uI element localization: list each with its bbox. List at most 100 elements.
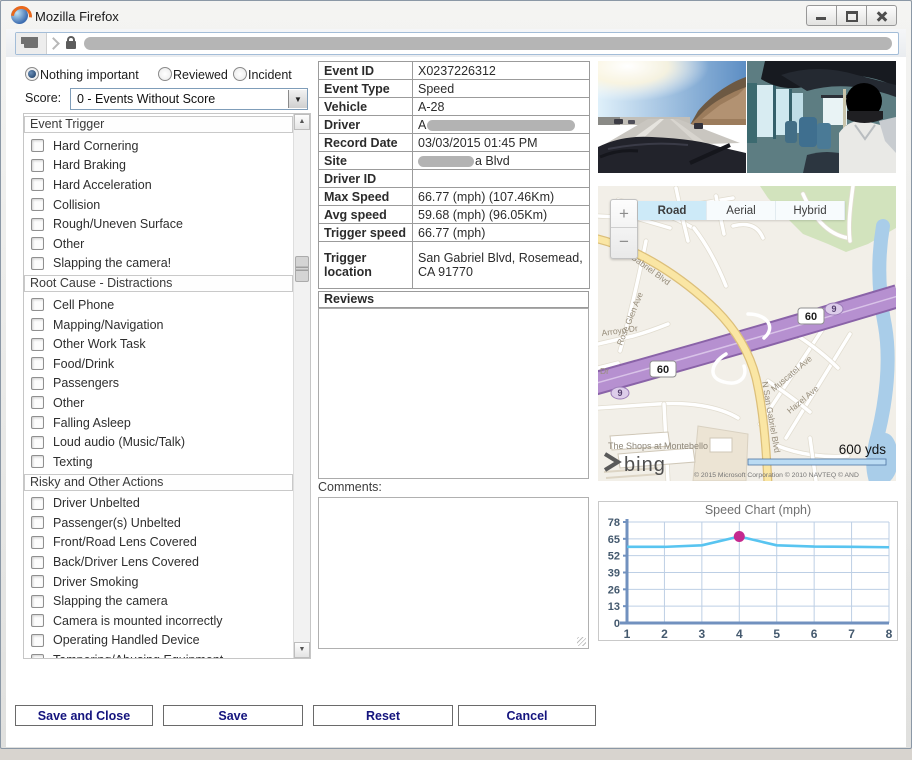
checklist-item[interactable]: Passengers bbox=[24, 374, 294, 394]
checkbox[interactable] bbox=[31, 218, 44, 231]
radio-incident[interactable] bbox=[233, 67, 247, 81]
checkbox[interactable] bbox=[31, 536, 44, 549]
scrollbar-thumb[interactable] bbox=[295, 256, 309, 282]
event-field-label: Trigger location bbox=[319, 242, 413, 289]
checklist-item[interactable]: Slapping the camera bbox=[24, 591, 294, 611]
checkbox[interactable] bbox=[31, 178, 44, 191]
checklist-item[interactable]: Falling Asleep bbox=[24, 413, 294, 433]
checkbox[interactable] bbox=[31, 377, 44, 390]
checklist-item[interactable]: Texting bbox=[24, 452, 294, 472]
checklist-item[interactable]: Tampering/Abusing Equipment bbox=[24, 650, 294, 658]
checklist-item[interactable]: Hard Cornering bbox=[24, 136, 294, 156]
zoom-in-button[interactable]: + bbox=[611, 200, 637, 228]
bing-map[interactable]: 60 60 9 9 Village Ln San Gabriel Blvd Ro… bbox=[598, 186, 896, 481]
checkbox[interactable] bbox=[31, 654, 44, 658]
event-field-label: Site bbox=[319, 152, 413, 170]
checklist-item[interactable]: Other bbox=[24, 393, 294, 413]
checklist-item-label: Hard Acceleration bbox=[53, 178, 152, 192]
event-field-label: Max Speed bbox=[319, 188, 413, 206]
checkbox[interactable] bbox=[31, 595, 44, 608]
checkbox[interactable] bbox=[31, 575, 44, 588]
checklist-item[interactable]: Other bbox=[24, 234, 294, 254]
event-field-label: Event Type bbox=[319, 80, 413, 98]
checkbox[interactable] bbox=[31, 634, 44, 647]
checkbox[interactable] bbox=[31, 556, 44, 569]
cancel-button[interactable]: Cancel bbox=[458, 705, 596, 726]
checklist-item[interactable]: Other Work Task bbox=[24, 334, 294, 354]
checklist-item[interactable]: Operating Handled Device bbox=[24, 631, 294, 651]
map-view-hybrid-button[interactable]: Hybrid bbox=[776, 201, 845, 220]
score-select[interactable]: 0 - Events Without Score ▼ bbox=[70, 88, 308, 110]
checkbox[interactable] bbox=[31, 237, 44, 250]
checkbox[interactable] bbox=[31, 159, 44, 172]
checklist-item-label: Food/Drink bbox=[53, 357, 114, 371]
checklist-item[interactable]: Mapping/Navigation bbox=[24, 315, 294, 335]
checklist-item[interactable]: Slapping the camera! bbox=[24, 254, 294, 274]
svg-text:2: 2 bbox=[661, 627, 668, 640]
save-and-close-button[interactable]: Save and Close bbox=[15, 705, 153, 726]
checkbox[interactable] bbox=[31, 318, 44, 331]
scroll-down-icon[interactable]: ▼ bbox=[294, 642, 310, 658]
url-bar[interactable] bbox=[15, 32, 899, 55]
minimize-button[interactable] bbox=[806, 5, 836, 26]
checklist-item[interactable]: Driver Smoking bbox=[24, 572, 294, 592]
checklist-item[interactable]: Passenger(s) Unbelted bbox=[24, 513, 294, 533]
checkbox[interactable] bbox=[31, 614, 44, 627]
checkbox[interactable] bbox=[31, 516, 44, 529]
checkbox[interactable] bbox=[31, 257, 44, 270]
checkbox[interactable] bbox=[31, 298, 44, 311]
resize-grip-icon[interactable] bbox=[577, 637, 586, 646]
checklist-item[interactable]: Collision bbox=[24, 195, 294, 215]
map-view-aerial-button[interactable]: Aerial bbox=[707, 201, 776, 220]
event-field-value: San Gabriel Blvd, Rosemead, CA 91770 bbox=[413, 242, 590, 289]
event-field-label: Driver bbox=[319, 116, 413, 134]
checklist-item[interactable]: Loud audio (Music/Talk) bbox=[24, 432, 294, 452]
map-view-road-button[interactable]: Road bbox=[638, 201, 707, 220]
close-button[interactable] bbox=[866, 5, 897, 26]
event-field-value: 59.68 (mph) (96.05Km) bbox=[413, 206, 590, 224]
checklist-item[interactable]: Front/Road Lens Covered bbox=[24, 533, 294, 553]
checklist-section-header: Risky and Other Actions bbox=[24, 474, 293, 491]
site-identity-chip[interactable] bbox=[16, 33, 47, 54]
checkbox[interactable] bbox=[31, 396, 44, 409]
dropdown-arrow-icon[interactable]: ▼ bbox=[288, 90, 307, 108]
maximize-icon bbox=[846, 11, 858, 22]
maximize-button[interactable] bbox=[836, 5, 866, 26]
minimize-icon bbox=[816, 17, 826, 20]
zoom-out-button[interactable]: − bbox=[611, 228, 637, 256]
checkbox[interactable] bbox=[31, 416, 44, 429]
window-title: Mozilla Firefox bbox=[35, 9, 119, 24]
comments-textarea[interactable] bbox=[318, 497, 589, 649]
route-9-badge: 9 bbox=[831, 304, 836, 314]
svg-text:52: 52 bbox=[608, 551, 620, 563]
checklist-item[interactable]: Hard Braking bbox=[24, 156, 294, 176]
radio-reviewed[interactable] bbox=[158, 67, 172, 81]
map-zoom-control: + − bbox=[610, 199, 638, 259]
checklist-item[interactable]: Cell Phone bbox=[24, 295, 294, 315]
checklist-item-label: Operating Handled Device bbox=[53, 633, 200, 647]
checklist-scrollbar[interactable]: ▲ ▼ bbox=[293, 114, 310, 658]
checklist-item[interactable]: Food/Drink bbox=[24, 354, 294, 374]
checkbox[interactable] bbox=[31, 436, 44, 449]
checklist-item-label: Passenger(s) Unbelted bbox=[53, 516, 181, 530]
radio-nothing-important[interactable] bbox=[25, 67, 39, 81]
checklist-item[interactable]: Camera is mounted incorrectly bbox=[24, 611, 294, 631]
checkbox[interactable] bbox=[31, 338, 44, 351]
checklist-item[interactable]: Back/Driver Lens Covered bbox=[24, 552, 294, 572]
checklist-item[interactable]: Hard Acceleration bbox=[24, 175, 294, 195]
checkbox[interactable] bbox=[31, 357, 44, 370]
checkbox[interactable] bbox=[31, 139, 44, 152]
site-favicon-icon bbox=[24, 39, 38, 48]
svg-text:1: 1 bbox=[624, 627, 631, 640]
checkbox[interactable] bbox=[31, 198, 44, 211]
map-view-buttons: Road Aerial Hybrid bbox=[638, 201, 845, 220]
checklist-item-label: Texting bbox=[53, 455, 93, 469]
checklist-item[interactable]: Rough/Uneven Surface bbox=[24, 214, 294, 234]
save-button[interactable]: Save bbox=[163, 705, 303, 726]
checklist-item[interactable]: Driver Unbelted bbox=[24, 494, 294, 514]
scroll-up-icon[interactable]: ▲ bbox=[294, 114, 310, 130]
checkbox[interactable] bbox=[31, 455, 44, 468]
checkbox[interactable] bbox=[31, 497, 44, 510]
event-field-value bbox=[413, 170, 590, 188]
reset-button[interactable]: Reset bbox=[313, 705, 453, 726]
